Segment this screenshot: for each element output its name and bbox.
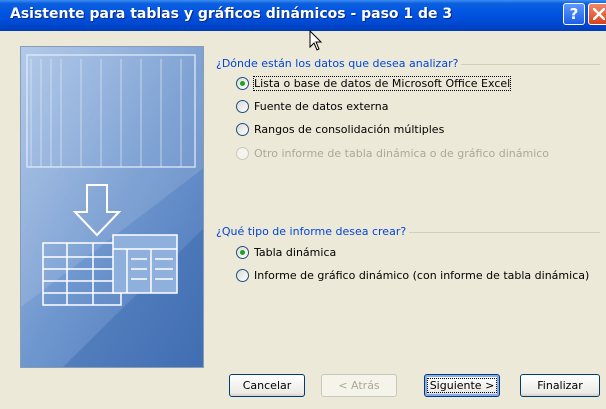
next-button[interactable]: Siguiente > xyxy=(424,374,500,397)
finish-button-label: Finalizar xyxy=(537,379,583,392)
radio-label: Otro informe de tabla dinámica o de gráf… xyxy=(254,146,550,160)
radio-button-checked[interactable] xyxy=(236,245,249,259)
finish-button[interactable]: Finalizar xyxy=(520,374,600,397)
next-button-label: Siguiente > xyxy=(426,378,498,393)
radio-label: Tabla dinámica xyxy=(254,245,337,259)
radio-button-checked[interactable] xyxy=(236,76,249,90)
close-button[interactable] xyxy=(588,3,606,25)
radio-label: Rangos de consolidación múltiples xyxy=(254,122,445,136)
radio-option-excel-list[interactable]: Lista o base de datos de Microsoft Offic… xyxy=(236,74,512,92)
group-divider-report-type xyxy=(390,232,600,233)
radio-button-disabled xyxy=(236,146,249,160)
radio-label: Informe de gráfico dinámico (con informe… xyxy=(254,268,590,282)
radio-option-other-report: Otro informe de tabla dinámica o de gráf… xyxy=(236,144,549,162)
radio-label: Fuente de datos externa xyxy=(254,99,389,113)
help-button[interactable]: ? xyxy=(563,3,585,25)
title-bar[interactable]: Asistente para tablas y gráficos dinámic… xyxy=(0,0,606,31)
data-source-group-label: ¿Dónde están los datos que desea analiza… xyxy=(216,57,462,70)
cancel-button[interactable]: Cancelar xyxy=(229,374,305,397)
radio-option-external-source[interactable]: Fuente de datos externa xyxy=(236,97,388,115)
radio-option-consolidation-ranges[interactable]: Rangos de consolidación múltiples xyxy=(236,120,444,138)
radio-button[interactable] xyxy=(236,99,249,113)
radio-option-pivot-table[interactable]: Tabla dinámica xyxy=(236,243,336,261)
radio-button[interactable] xyxy=(236,122,249,136)
close-icon xyxy=(593,8,605,20)
mouse-cursor-icon xyxy=(309,30,323,51)
radio-label: Lista o base de datos de Microsoft Offic… xyxy=(252,75,512,91)
report-type-group-label: ¿Qué tipo de informe desea crear? xyxy=(216,225,410,238)
cancel-button-label: Cancelar xyxy=(242,379,292,392)
window-title: Asistente para tablas y gráficos dinámic… xyxy=(10,6,453,22)
radio-button[interactable] xyxy=(236,268,249,282)
back-button: < Atrás xyxy=(321,374,397,397)
radio-option-pivot-chart[interactable]: Informe de gráfico dinámico (con informe… xyxy=(236,266,589,284)
back-button-label: < Atrás xyxy=(338,379,380,392)
wizard-illustration xyxy=(20,46,204,368)
